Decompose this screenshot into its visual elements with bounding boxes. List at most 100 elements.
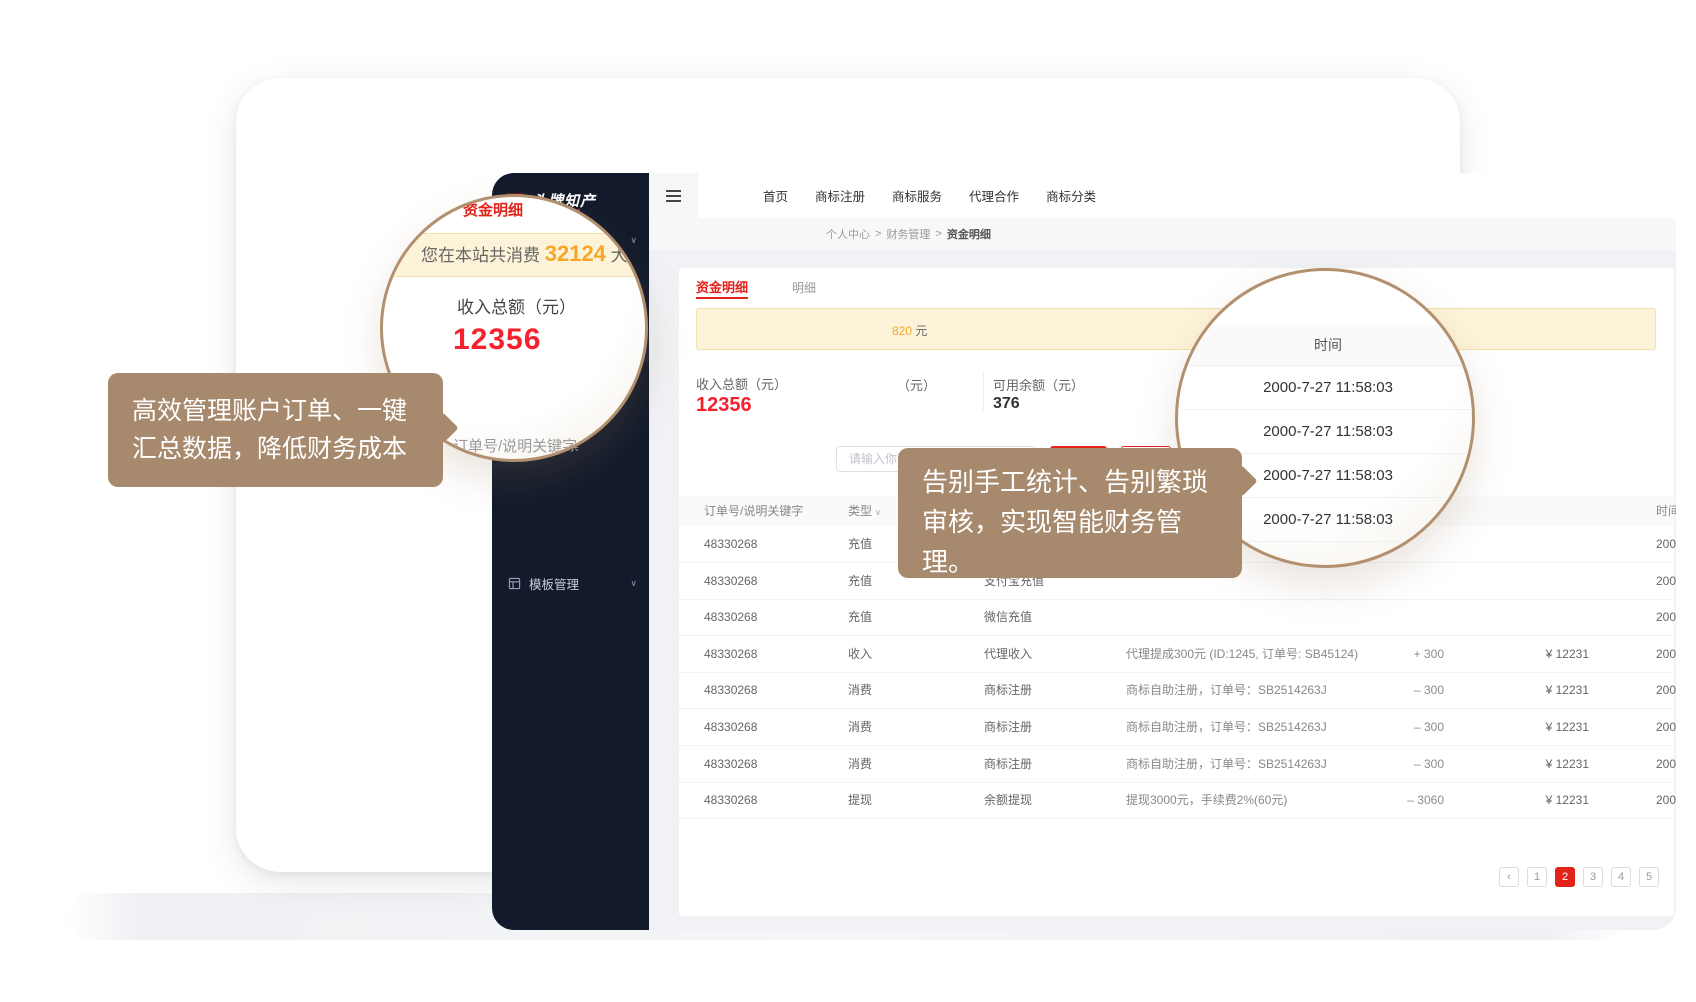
table-row: 48330268 消费 商标注册 商标自助注册，订单号：SB2514263J– 300… <box>679 709 1674 746</box>
cell-order-no: 48330268 <box>704 709 757 746</box>
cell-time: 2000-7-27 11:58:03 <box>1656 709 1676 746</box>
pagination-prev-button[interactable]: ‹ <box>1499 867 1519 887</box>
cell-order-no: 48330268 <box>704 782 757 819</box>
cell-type: 提现 <box>848 782 872 819</box>
notice-text-fragment: 820 元 <box>892 322 927 339</box>
header-order-no: 订单号/说明关键字 <box>704 496 803 526</box>
cell-type: 消费 <box>848 709 872 746</box>
pagination-page-2[interactable]: 2 <box>1555 867 1575 887</box>
pagination-page-1[interactable]: 1 <box>1527 867 1547 887</box>
magnified-tab: 资金明细 <box>463 199 523 220</box>
cell-balance: ¥ 12231 <box>1469 746 1589 783</box>
nav-item-代理合作[interactable]: 代理合作 <box>969 186 1019 205</box>
cell-order-no: 48330268 <box>704 563 757 600</box>
breadcrumb: 个人中心>财务管理>资金明细 <box>826 218 991 250</box>
notice-amount-fragment: 820 <box>892 324 912 338</box>
cell-order-no: 48330268 <box>704 599 757 636</box>
cell-type: 充值 <box>848 599 872 636</box>
cell-balance: ¥ 12231 <box>1469 709 1589 746</box>
header-type[interactable]: 类型∨ <box>848 496 881 526</box>
cell-project: 商标注册 <box>984 709 1032 746</box>
income-total-label: 收入总额（元） <box>696 374 787 393</box>
cell-time: 2000-7-27 11:58:03 <box>1656 672 1676 709</box>
cell-type: 消费 <box>848 672 872 709</box>
magnified-notice-value: 32124 <box>545 241 606 266</box>
breadcrumb-separator: > <box>875 228 881 240</box>
header-type-label: 类型 <box>848 504 872 518</box>
cell-balance: ¥ 12231 <box>1469 782 1589 819</box>
table-row: 48330268收入代理收入代理提成300元 (ID:1245, 订单号: SB… <box>679 636 1674 673</box>
cell-type: 收入 <box>848 636 872 673</box>
cell-type: 消费 <box>848 746 872 783</box>
top-navbar: 首页 商标注册 商标服务 代理合作 商标分类 <box>649 173 1676 218</box>
cell-time: 2000-7-27 11:58:03 <box>1656 636 1676 673</box>
cell-project: 微信充值 <box>984 599 1032 636</box>
table-row: 48330268 提现 余额提现 提现3000元，手续费2%(60元) – 3060 ¥ … <box>679 782 1674 819</box>
cell-amount: – 3060 <box>1319 782 1444 819</box>
magnified-notice-tail: 大 <box>606 246 628 265</box>
callout-left: 高效管理账户订单、一键 汇总数据，降低财务成本 <box>108 373 443 487</box>
callout-right: 告别手工统计、告别繁琐 审核，实现智能财务管 理。 <box>898 448 1242 578</box>
pagination-page-3[interactable]: 3 <box>1583 867 1603 887</box>
cell-order-no: 48330268 <box>704 672 757 709</box>
cell-project: 商标注册 <box>984 672 1032 709</box>
breadcrumb-item[interactable]: 个人中心 <box>826 226 870 242</box>
sidebar-group-模板管理[interactable]: 模板管理∨ <box>492 568 649 598</box>
magnified-income-value: 12356 <box>453 323 541 357</box>
nav-item-商标分类[interactable]: 商标分类 <box>1046 186 1096 205</box>
cell-time: 2000-7-27 11:58:03 <box>1656 782 1676 819</box>
magnified-notice-prefix: 您在本站共消费 <box>421 246 545 265</box>
cell-desc: 提现3000元，手续费2%(60元) <box>1126 782 1287 819</box>
cell-amount: – 300 <box>1319 672 1444 709</box>
nav-menu: 首页 商标注册 商标服务 代理合作 商标分类 <box>698 186 1096 205</box>
cell-order-no: 48330268 <box>704 746 757 783</box>
pagination-page-4[interactable]: 4 <box>1611 867 1631 887</box>
cell-amount: + 300 <box>1319 636 1444 673</box>
cell-type: 充值 <box>848 563 872 600</box>
table-row: 48330268 消费 商标注册 商标自助注册，订单号：SB2514263J– 300… <box>679 672 1674 709</box>
nav-item-商标注册[interactable]: 商标注册 <box>815 186 865 205</box>
header-time: 时间 <box>1656 496 1676 526</box>
magnified-time-row: 2000-7-27 11:58:03 <box>1178 366 1475 410</box>
consumption-notice-bar: 820 元 <box>696 308 1656 350</box>
nav-item-商标服务[interactable]: 商标服务 <box>892 186 942 205</box>
cell-project: 代理收入 <box>984 636 1032 673</box>
cell-project: 余额提现 <box>984 782 1032 819</box>
cell-desc: 商标自助注册，订单号：SB2514263J <box>1126 709 1327 746</box>
cell-type: 充值 <box>848 526 872 563</box>
nav-item-首页[interactable]: 首页 <box>763 186 788 205</box>
cell-desc: 商标自助注册，订单号：SB2514263J <box>1126 672 1327 709</box>
cell-time: 2000-7-27 11:58:03 <box>1656 526 1676 563</box>
cell-order-no: 48330268 <box>704 526 757 563</box>
breadcrumb-item[interactable]: 资金明细 <box>947 226 991 242</box>
cell-time: 2000-7-27 11:58:03 <box>1656 563 1676 600</box>
cell-amount: – 300 <box>1319 746 1444 783</box>
available-balance-value: 376 <box>993 395 1020 413</box>
page: 头牌知产 账户管理∨财务管理∧在线充值资金明细订单管理我的优惠券我的发票模板管理… <box>0 0 1696 1002</box>
content-card: 资金明细 明细 820 元 收入总额（元） 12356 （元） 可用余额（元） … <box>679 268 1674 916</box>
cell-balance: ¥ 12231 <box>1469 672 1589 709</box>
table-row: 48330268 消费 商标注册 商标自助注册，订单号：SB2514263J– 300… <box>679 746 1674 783</box>
magnified-income-label: 收入总额（元） <box>457 293 576 318</box>
income-total-value: 12356 <box>696 394 752 417</box>
cell-balance: ¥ 12231 <box>1469 636 1589 673</box>
template-icon <box>507 576 521 590</box>
cell-desc: 商标自助注册，订单号：SB2514263J <box>1126 746 1327 783</box>
pagination-page-5[interactable]: 5 <box>1639 867 1659 887</box>
cell-time: 2000-7-27 11:58:03 <box>1656 746 1676 783</box>
table-row: 48330268充值微信充值2000-7-27 11:58:03 <box>679 599 1674 636</box>
stats-divider <box>983 371 984 411</box>
cell-order-no: 48330268 <box>704 636 757 673</box>
tab-funds-detail[interactable]: 资金明细 <box>696 277 748 296</box>
breadcrumb-bar: 个人中心>财务管理>资金明细 <box>649 218 1676 250</box>
breadcrumb-item[interactable]: 财务管理 <box>886 226 930 242</box>
available-balance-label: 可用余额（元） <box>993 375 1084 394</box>
expense-label-fragment: （元） <box>897 375 936 394</box>
chevron-down-icon: ∨ <box>630 578 637 589</box>
magnified-time-header: 时间 <box>1178 325 1475 366</box>
chevron-down-icon: ∨ <box>875 508 881 517</box>
tab-fragment: 明细 <box>792 279 816 296</box>
cell-project: 商标注册 <box>984 746 1032 783</box>
cell-amount: – 300 <box>1319 709 1444 746</box>
hamburger-menu-icon[interactable] <box>649 173 698 218</box>
